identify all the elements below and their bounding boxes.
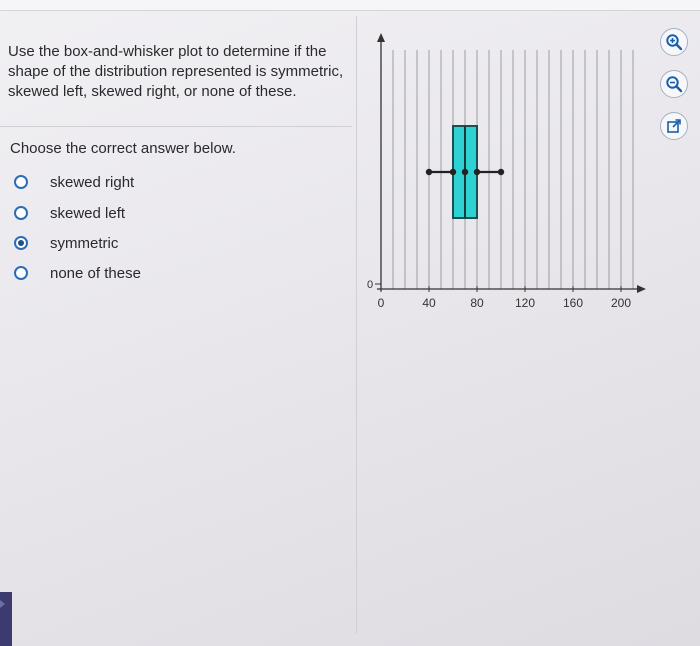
- x-tick-label: 40: [422, 296, 436, 310]
- option-skewed-right[interactable]: skewed right: [14, 171, 214, 193]
- zoom-in-icon: [666, 34, 683, 51]
- option-skewed-left[interactable]: skewed left: [14, 202, 214, 224]
- x-axis-arrow: [637, 285, 646, 293]
- q3-point: [473, 168, 481, 176]
- side-tab-arrow-icon[interactable]: [0, 600, 5, 608]
- open-in-new-window-button[interactable]: [660, 112, 688, 140]
- x-tick-label: 160: [563, 296, 583, 310]
- min-point: [425, 168, 433, 176]
- x-tick-label: 0: [378, 296, 385, 310]
- plot-axes: [375, 33, 646, 293]
- radio-button-selected[interactable]: [14, 236, 28, 250]
- option-label: symmetric: [50, 234, 119, 252]
- box-plot: 00 40 80 120 160 200: [367, 33, 646, 310]
- option-symmetric[interactable]: symmetric: [14, 232, 214, 254]
- plot-labels: 00 40 80 120 160 200: [367, 279, 631, 310]
- question-text: Use the box-and-whisker plot to determin…: [8, 43, 344, 100]
- question-box: Use the box-and-whisker plot to determin…: [0, 26, 352, 127]
- x-tick-label: 200: [611, 296, 631, 310]
- question-panel: Use the box-and-whisker plot to determin…: [0, 14, 356, 614]
- zoom-out-button[interactable]: [660, 70, 688, 98]
- instruction-text: Choose the correct answer below.: [10, 140, 236, 157]
- y-axis-arrow: [377, 33, 385, 42]
- option-label: skewed left: [50, 204, 126, 222]
- radio-button[interactable]: [14, 175, 28, 189]
- q1-point: [449, 168, 457, 176]
- x-tick-label: 120: [515, 296, 535, 310]
- radio-button[interactable]: [14, 266, 28, 280]
- x-tick-label: 80: [470, 296, 484, 310]
- option-label: skewed right: [50, 173, 135, 191]
- zoom-in-button[interactable]: [660, 28, 688, 56]
- top-bar: [0, 0, 700, 11]
- plot-marks: [425, 125, 505, 219]
- open-in-new-window-icon: [667, 119, 681, 133]
- option-label: none of these: [50, 264, 141, 282]
- radio-button[interactable]: [14, 206, 28, 220]
- max-point: [497, 168, 505, 176]
- median-point: [461, 168, 469, 176]
- y-tick-label: 0: [367, 279, 373, 291]
- option-none-of-these[interactable]: none of these: [14, 262, 214, 284]
- zoom-out-icon: [666, 76, 683, 93]
